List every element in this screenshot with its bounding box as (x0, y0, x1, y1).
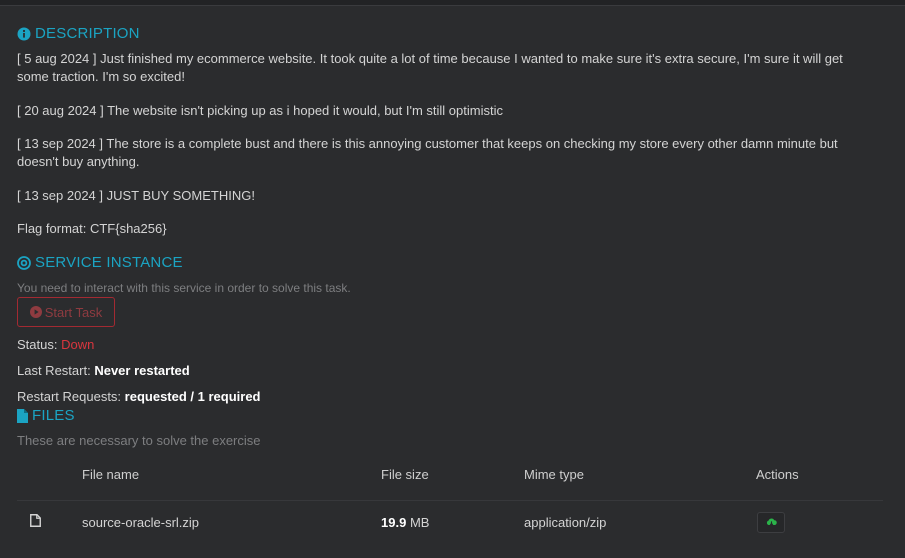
play-circle-icon (29, 306, 42, 318)
status-value: Down (61, 337, 95, 352)
description-paragraph: [ 20 aug 2024 ] The website isn't pickin… (17, 103, 503, 118)
restart-requests-line: Restart Requests: requested / 1 required (17, 389, 261, 404)
restart-requests-label: Restart Requests: (17, 389, 122, 404)
column-header-mime-type: Mime type (524, 467, 584, 482)
service-title: SERVICE INSTANCE (35, 254, 183, 271)
download-button[interactable] (757, 512, 785, 533)
start-task-button[interactable]: Start Task (17, 297, 115, 327)
cloud-download-icon (766, 518, 777, 527)
description-heading: DESCRIPTION (17, 25, 140, 42)
description-title: DESCRIPTION (35, 25, 140, 42)
file-outline-icon (30, 514, 41, 530)
file-size-unit: MB (409, 515, 430, 530)
restart-requests-value: requested / 1 required (124, 389, 261, 404)
status-line: Status: Down (17, 337, 94, 352)
last-restart-line: Last Restart: Never restarted (17, 363, 190, 378)
service-heading: SERVICE INSTANCE (17, 254, 183, 271)
file-size: 19.9 MB (381, 515, 429, 530)
info-icon (17, 27, 31, 41)
description-paragraph: [ 13 sep 2024 ] JUST BUY SOMETHING! (17, 188, 255, 203)
last-restart-label: Last Restart: (17, 363, 91, 378)
start-task-label: Start Task (44, 304, 103, 320)
description-paragraph: [ 5 aug 2024 ] Just finished my ecommerc… (17, 51, 843, 84)
mime-type: application/zip (524, 515, 607, 530)
last-restart-value: Never restarted (94, 363, 190, 378)
column-header-file-name: File name (82, 467, 140, 482)
column-header-file-size: File size (381, 467, 429, 482)
top-divider (0, 0, 905, 6)
table-divider (17, 500, 883, 501)
file-size-value: 19.9 (381, 515, 407, 530)
status-label: Status: (17, 337, 58, 352)
file-name: source-oracle-srl.zip (82, 515, 200, 530)
description-paragraph: [ 13 sep 2024 ] The store is a complete … (17, 136, 838, 169)
target-icon (17, 255, 31, 270)
column-header-actions: Actions (756, 467, 799, 482)
files-hint: These are necessary to solve the exercis… (17, 433, 261, 448)
service-hint: You need to interact with this service i… (17, 281, 351, 295)
flag-format: Flag format: CTF{sha256} (17, 221, 167, 236)
files-heading: FILES (17, 407, 75, 424)
file-icon (17, 408, 28, 423)
files-title: FILES (32, 407, 75, 424)
